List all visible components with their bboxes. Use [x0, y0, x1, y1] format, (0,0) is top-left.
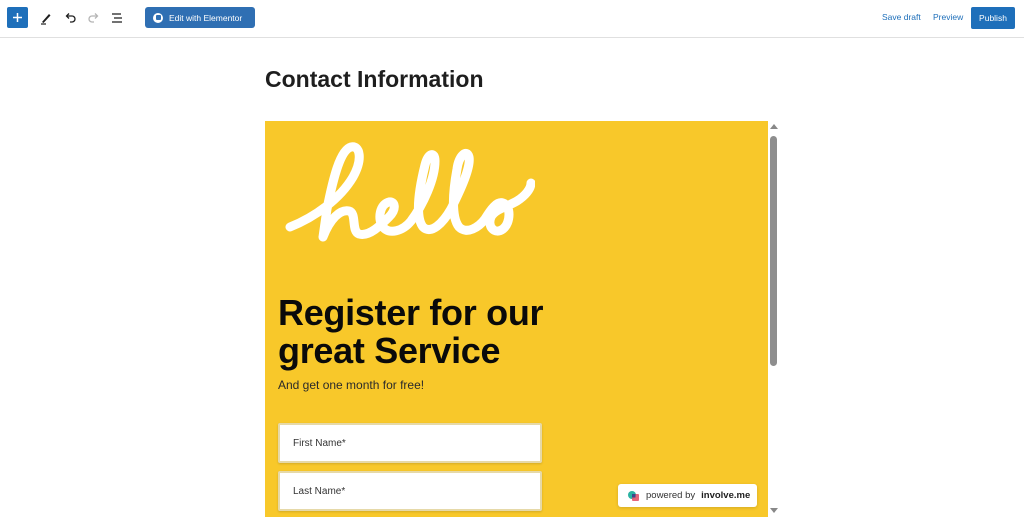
- scroll-down-arrow-icon[interactable]: [770, 508, 778, 513]
- document-overview-button[interactable]: [108, 9, 126, 27]
- first-name-input[interactable]: First Name*: [278, 423, 542, 463]
- embed-subline: And get one month for free!: [278, 378, 425, 392]
- scroll-up-arrow-icon[interactable]: [770, 124, 778, 129]
- add-block-button[interactable]: [7, 7, 28, 28]
- embed-headline: Register for our great Service: [278, 292, 544, 371]
- pencil-icon: [41, 14, 51, 25]
- undo-button[interactable]: [61, 9, 79, 27]
- redo-button[interactable]: [85, 9, 103, 27]
- badge-brand: involve.me: [701, 490, 751, 501]
- last-name-input[interactable]: Last Name*: [278, 471, 542, 511]
- powered-by-badge[interactable]: powered by involve.me: [618, 484, 757, 507]
- embed-scrollbar[interactable]: [768, 121, 779, 517]
- badge-prefix: powered by: [646, 490, 696, 501]
- save-draft-button[interactable]: Save draft: [882, 12, 921, 22]
- scrollbar-thumb[interactable]: [770, 136, 777, 366]
- plus-icon: [13, 13, 22, 22]
- tools-button[interactable]: [37, 9, 55, 27]
- edit-with-elementor-button[interactable]: Edit with Elementor: [145, 7, 255, 28]
- preview-button[interactable]: Preview: [933, 12, 963, 22]
- list-view-icon: [112, 13, 122, 23]
- undo-icon: [65, 13, 76, 23]
- involveme-embed: Register for our great Service And get o…: [265, 121, 768, 517]
- elementor-icon: [153, 12, 163, 23]
- redo-icon: [88, 13, 99, 23]
- headline-line-1: Register for our: [278, 292, 544, 333]
- page-title[interactable]: Contact Information: [265, 66, 484, 93]
- involveme-logo-icon: [628, 490, 639, 501]
- elementor-label: Edit with Elementor: [169, 12, 243, 23]
- hello-logo: [285, 142, 535, 242]
- editor-toolbar: Edit with Elementor Save draft Preview P…: [0, 0, 1024, 38]
- publish-button[interactable]: Publish: [971, 7, 1015, 29]
- headline-line-2: great Service: [278, 330, 501, 371]
